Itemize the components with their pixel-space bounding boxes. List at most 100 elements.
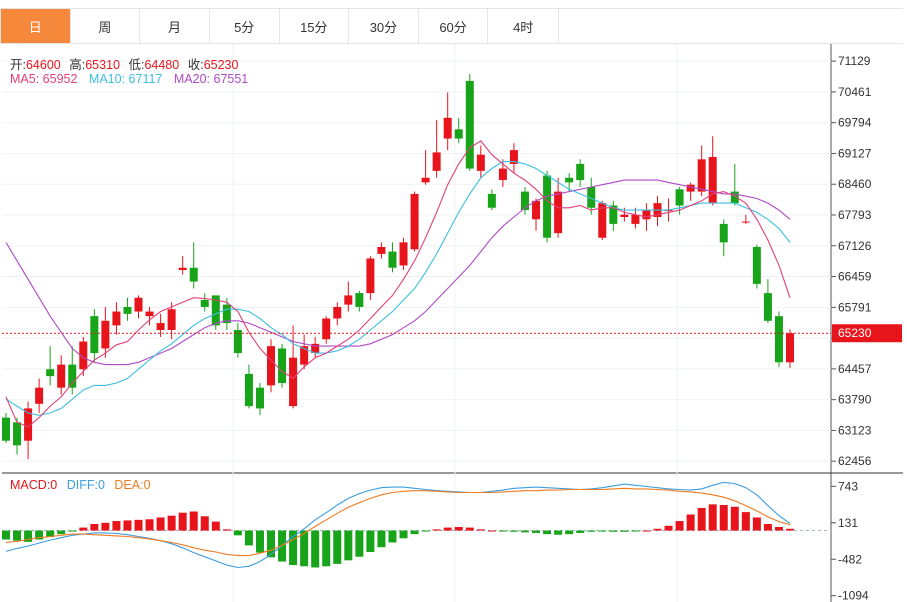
candle-body xyxy=(278,348,287,384)
candle-body xyxy=(377,246,386,254)
last-price-label: 65230 xyxy=(838,326,872,340)
macd-bar xyxy=(289,530,298,566)
price-tick-label: 71129 xyxy=(838,54,871,68)
price-tick-label: 65791 xyxy=(838,300,872,314)
macd-bar xyxy=(79,527,88,531)
candle-body xyxy=(388,251,397,268)
open-value: 64600 xyxy=(25,58,61,72)
macd-bar xyxy=(587,530,596,532)
candle xyxy=(355,290,364,312)
candle xyxy=(763,279,772,324)
macd-bar xyxy=(2,530,10,540)
macd-bar xyxy=(13,530,22,541)
candle xyxy=(333,302,342,326)
candle-body xyxy=(543,175,552,238)
ma5-label: MA5: xyxy=(10,72,40,86)
candle-body xyxy=(112,311,121,326)
candle-body xyxy=(255,387,264,409)
macd-bar xyxy=(200,516,209,531)
macd-tick-label: 743 xyxy=(838,479,858,493)
candle xyxy=(598,200,607,241)
ma20-legend: MA20: 67551 xyxy=(174,72,248,86)
ma-legend: MA5: 65952 MA10: 67117 MA20: 67551 xyxy=(10,72,248,86)
ma10-label: MA10: xyxy=(88,72,126,86)
ma5-value: 65952 xyxy=(42,72,78,86)
candle xyxy=(653,196,662,227)
macd-bar xyxy=(675,521,684,531)
macd-bar xyxy=(68,530,77,532)
candle-body xyxy=(752,246,761,284)
candle xyxy=(454,117,463,144)
macd-bar xyxy=(101,522,110,531)
price-tick-label: 63123 xyxy=(838,423,872,437)
macd-bar xyxy=(134,519,143,531)
macd-bar xyxy=(90,524,99,531)
macd-bar xyxy=(57,530,66,535)
candle-body xyxy=(576,163,585,181)
candle xyxy=(366,256,375,301)
candle-body xyxy=(156,323,165,330)
macd-bar xyxy=(244,530,253,546)
macd-bar xyxy=(145,519,154,531)
macd-bar xyxy=(178,512,187,531)
candle xyxy=(576,159,585,187)
candle xyxy=(244,364,253,409)
candle xyxy=(609,200,618,231)
candle xyxy=(421,150,430,185)
candle xyxy=(443,92,452,151)
macd-bar xyxy=(554,530,563,535)
macd-label: MACD: xyxy=(10,478,51,492)
macd-bar xyxy=(631,530,640,532)
macd-bar xyxy=(377,530,386,548)
macd-bar xyxy=(300,530,309,567)
kline-chart[interactable]: 71129 70461 69794 69127 68460 67793 67126 66459… xyxy=(0,0,907,602)
candle-body xyxy=(178,267,187,271)
macd-bar xyxy=(609,530,618,532)
ma10-line xyxy=(5,161,791,416)
candle xyxy=(465,73,474,171)
price-tick-label: 66459 xyxy=(838,270,872,284)
ma20-line xyxy=(5,179,791,366)
macd-bar xyxy=(222,529,231,531)
candle-body xyxy=(741,221,750,223)
dea-label: DEA: xyxy=(114,478,144,492)
candle xyxy=(774,311,783,367)
candle-body xyxy=(35,387,44,404)
macd-legend: MACD:0 DIFF:0 DEA:0 xyxy=(10,478,151,492)
macd-bar xyxy=(576,530,585,533)
candle xyxy=(278,343,287,388)
candle-body xyxy=(443,117,452,139)
close-label: 收: xyxy=(187,58,204,72)
candle-body xyxy=(774,316,783,363)
candle-body xyxy=(532,200,541,220)
candle xyxy=(46,346,55,386)
candle-body xyxy=(167,309,176,330)
candle-body xyxy=(620,214,629,217)
macd-bar xyxy=(156,517,165,531)
macd-bar xyxy=(543,530,552,535)
candle-body xyxy=(454,129,463,139)
candle-body xyxy=(642,210,651,220)
macd-bar xyxy=(344,530,353,561)
candle-body xyxy=(719,223,728,243)
price-tick-label: 69127 xyxy=(838,146,872,160)
ma10-legend: MA10: 67117 xyxy=(89,72,162,86)
candle xyxy=(200,293,209,312)
candle-body xyxy=(68,364,77,388)
candle xyxy=(476,145,485,178)
candle-body xyxy=(786,333,794,363)
candle-body xyxy=(289,357,298,407)
macd-bar xyxy=(532,530,541,533)
candle-body xyxy=(123,306,132,314)
high-label: 高: xyxy=(69,58,86,72)
diff-legend-item: DIFF:0 xyxy=(67,478,105,492)
macd-bar xyxy=(233,530,242,536)
candle xyxy=(178,256,187,275)
candle-body xyxy=(134,297,143,312)
candle-body xyxy=(46,369,55,377)
macd-bar xyxy=(642,530,651,532)
candle-body xyxy=(763,293,772,321)
candle-body xyxy=(57,364,66,388)
candle-body xyxy=(101,320,110,349)
candle xyxy=(2,413,10,444)
